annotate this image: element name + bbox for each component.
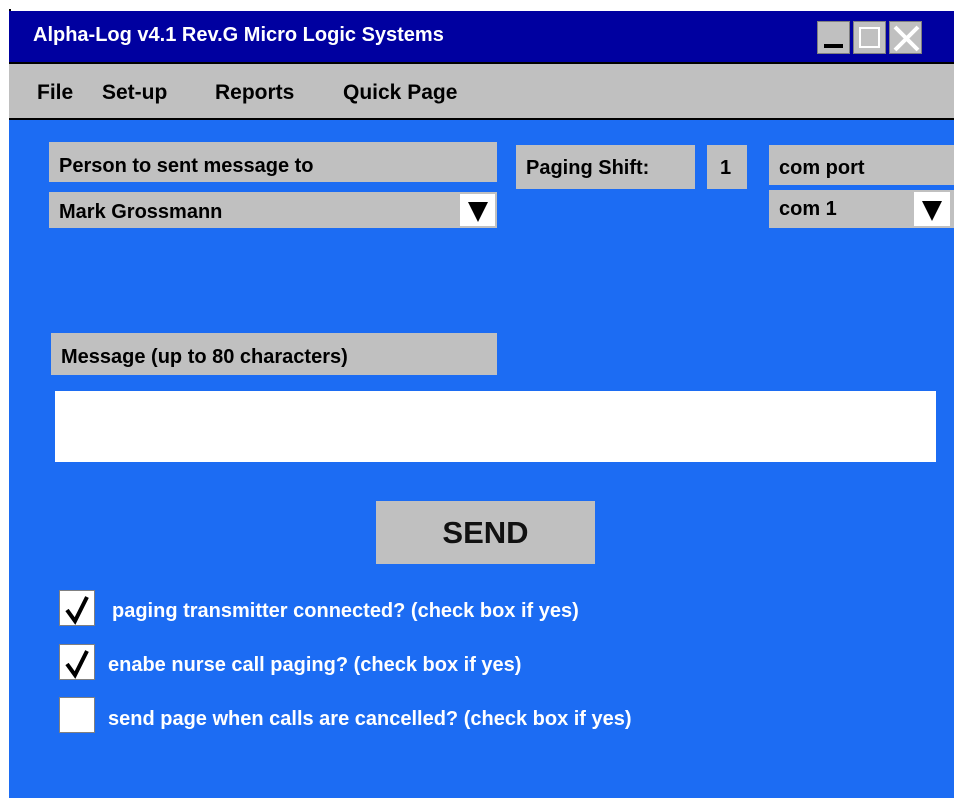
- menu-file[interactable]: File: [37, 81, 73, 105]
- title-bar: Alpha-Log v4.1 Rev.G Micro Logic Systems: [9, 11, 954, 62]
- checkmark-icon: [65, 596, 89, 625]
- close-button[interactable]: [889, 21, 922, 54]
- close-icon: [893, 25, 920, 52]
- recipient-label: Person to sent message to: [49, 142, 497, 182]
- menu-bar: File Set-up Reports Quick Page: [9, 62, 954, 120]
- window-title: Alpha-Log v4.1 Rev.G Micro Logic Systems: [33, 24, 444, 46]
- com-port-label: com port: [769, 145, 954, 185]
- menu-reports[interactable]: Reports: [215, 81, 294, 105]
- recipient-selected-value: Mark Grossmann: [59, 201, 223, 223]
- maximize-button[interactable]: [853, 21, 886, 54]
- minimize-button[interactable]: [817, 21, 850, 54]
- paging-shift-value: 1: [707, 145, 747, 189]
- message-input[interactable]: [55, 391, 936, 462]
- checkmark-icon: [65, 650, 89, 679]
- message-label: Message (up to 80 characters): [51, 333, 497, 375]
- com-port-dropdown-arrow-icon[interactable]: [912, 190, 952, 228]
- com-port-selected-value: com 1: [779, 198, 837, 220]
- paging-shift-label: Paging Shift:: [516, 145, 695, 189]
- menu-setup[interactable]: Set-up: [102, 81, 167, 105]
- menu-quick-page[interactable]: Quick Page: [343, 81, 457, 105]
- option-label-transmitter-connected: paging transmitter connected? (check box…: [112, 600, 579, 622]
- checkbox-transmitter-connected[interactable]: [59, 590, 95, 626]
- option-label-page-on-cancel: send page when calls are cancelled? (che…: [108, 708, 632, 730]
- send-button[interactable]: SEND: [376, 501, 595, 564]
- checkbox-page-on-cancel[interactable]: [59, 697, 95, 733]
- recipient-dropdown-arrow-icon[interactable]: [458, 192, 497, 228]
- recipient-select[interactable]: Mark Grossmann: [49, 192, 497, 228]
- checkbox-nurse-call-paging[interactable]: [59, 644, 95, 680]
- option-label-nurse-call-paging: enabe nurse call paging? (check box if y…: [108, 654, 522, 676]
